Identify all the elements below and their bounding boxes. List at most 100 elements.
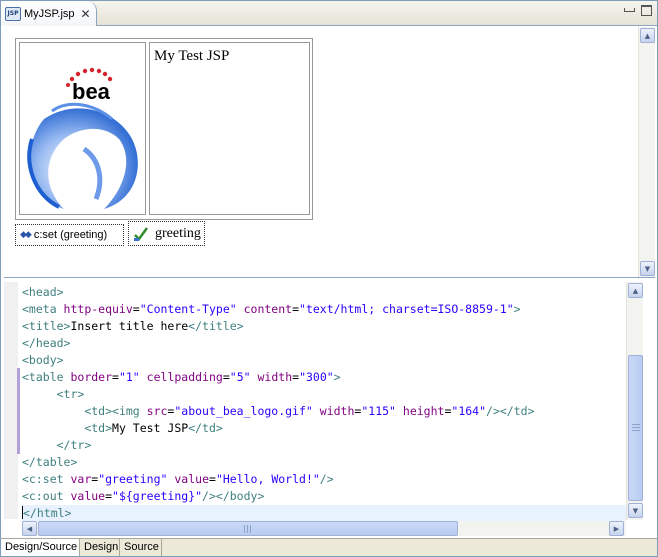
code-token: > — [333, 370, 341, 384]
source-line[interactable]: <meta http-equiv="Content-Type" content=… — [22, 301, 626, 318]
code-token: "${greeting}" — [112, 489, 203, 503]
code-token: http-equiv — [63, 302, 133, 316]
code-token: "greeting" — [98, 472, 168, 486]
tab-design[interactable]: Design — [80, 539, 120, 556]
editor-tab-myjsp[interactable]: JSP MyJSP.jsp ✕ — [1, 1, 97, 26]
code-token: content — [243, 302, 293, 316]
code-token: = — [132, 302, 140, 316]
editor-tab-label: MyJSP.jsp — [24, 7, 75, 20]
code-token: <body> — [22, 353, 64, 367]
code-token: = — [105, 489, 113, 503]
code-token: > — [513, 302, 521, 316]
cout-label: greeting — [155, 225, 201, 241]
editor-window: JSP MyJSP.jsp ✕ bea My Test JSP ◆◆ c:set… — [0, 0, 658, 557]
code-token: cellpadding — [146, 370, 223, 384]
code-token: "5" — [229, 370, 251, 384]
tab-design-source[interactable]: Design/Source — [1, 539, 80, 556]
code-token: </table> — [22, 455, 78, 469]
code-token: </td> — [188, 421, 223, 435]
source-line[interactable]: <td><img src="about_bea_logo.gif" width=… — [22, 403, 626, 420]
code-token: "about_bea_logo.gif" — [174, 404, 313, 418]
source-pane[interactable]: <head> <meta http-equiv="Content-Type" co… — [4, 280, 655, 522]
design-table[interactable]: bea My Test JSP — [15, 38, 313, 220]
code-token: <title> — [22, 319, 71, 333]
code-token: Insert title here — [70, 319, 189, 333]
source-line[interactable]: </tr> — [22, 437, 626, 454]
code-token: = — [222, 370, 230, 384]
source-line[interactable]: <body> — [22, 352, 626, 369]
source-line[interactable]: <td>My Test JSP</td> — [22, 420, 626, 437]
code-token: /> — [486, 404, 500, 418]
code-token: </td> — [499, 404, 535, 418]
code-token: var — [70, 472, 92, 486]
arrow-down-icon[interactable]: ▼ — [628, 503, 643, 518]
code-token: "115" — [361, 404, 396, 418]
cset-widget[interactable]: ◆◆ c:set (greeting) — [15, 224, 124, 246]
code-token: "Content-Type" — [139, 302, 237, 316]
bea-logo-image: bea — [27, 67, 138, 209]
code-token: "Hello, World!" — [215, 472, 320, 486]
design-pane: bea My Test JSP ◆◆ c:set (greeting) gree… — [4, 27, 655, 278]
source-ruler — [4, 282, 18, 519]
close-icon[interactable]: ✕ — [81, 8, 91, 20]
code-token: src — [146, 404, 168, 418]
cset-icon: ◆◆ — [20, 230, 32, 240]
code-token: "1" — [118, 370, 140, 384]
source-horizontal-thumb[interactable] — [38, 521, 458, 536]
code-token: width — [257, 370, 293, 384]
code-token: My Test JSP — [112, 421, 189, 435]
code-token: height — [402, 404, 445, 418]
text-cell[interactable]: My Test JSP — [149, 42, 310, 215]
design-vertical-scrollbar[interactable]: ▲ ▼ — [638, 27, 655, 277]
source-line[interactable]: <title>Insert title here</title> — [22, 318, 626, 335]
code-token: <meta — [22, 302, 64, 316]
source-horizontal-scrollbar[interactable]: ◀ ▶ — [22, 521, 626, 536]
code-token: "300" — [299, 370, 334, 384]
source-vertical-thumb[interactable] — [628, 355, 643, 501]
arrow-left-icon[interactable]: ◀ — [22, 521, 37, 536]
view-mode-tabs: Design/Source Design Source — [1, 538, 657, 556]
code-token: </title> — [188, 319, 244, 333]
source-line[interactable]: <tr> — [22, 386, 626, 403]
code-token: </body> — [215, 489, 265, 503]
code-token: = — [292, 302, 300, 316]
arrow-down-icon[interactable]: ▼ — [640, 261, 655, 276]
source-vertical-scrollbar[interactable]: ▲ ▼ — [626, 282, 643, 520]
code-token: /> — [319, 472, 334, 486]
logo-cell[interactable]: bea — [19, 42, 146, 215]
source-line[interactable]: </head> — [22, 335, 626, 352]
editor-tab-bar: JSP MyJSP.jsp ✕ — [1, 1, 657, 26]
selection-ruler-mark — [17, 368, 20, 454]
source-line[interactable]: </table> — [22, 454, 626, 471]
code-token: value — [70, 489, 106, 503]
maximize-icon[interactable] — [641, 5, 652, 16]
arrow-up-icon[interactable]: ▲ — [640, 28, 655, 43]
source-line[interactable]: <head> — [22, 284, 626, 301]
code-token: value — [174, 472, 209, 486]
arrow-right-icon[interactable]: ▶ — [609, 521, 624, 536]
code-token: /> — [202, 489, 216, 503]
code-token: <img — [112, 404, 147, 418]
arrow-up-icon[interactable]: ▲ — [628, 283, 643, 298]
source-code[interactable]: <head> <meta http-equiv="Content-Type" co… — [22, 284, 626, 522]
source-line[interactable]: <c:set var="greeting" value="Hello, Worl… — [22, 471, 626, 488]
minimize-icon[interactable] — [624, 8, 635, 12]
code-token: border — [70, 370, 113, 384]
source-line[interactable]: <table border="1" cellpadding="5" width=… — [22, 369, 626, 386]
code-token: <table — [22, 370, 71, 384]
cout-check-icon — [134, 226, 149, 241]
code-token: <tr> — [56, 387, 85, 401]
source-line[interactable]: <c:out value="${greeting}"/></body> — [22, 488, 626, 505]
source-line[interactable]: </html> — [22, 505, 626, 522]
code-token: <c:out — [22, 489, 71, 503]
code-token: </html> — [23, 506, 72, 520]
cout-widget[interactable]: greeting — [128, 221, 205, 246]
code-token: width — [319, 404, 355, 418]
tab-source[interactable]: Source — [120, 539, 162, 556]
